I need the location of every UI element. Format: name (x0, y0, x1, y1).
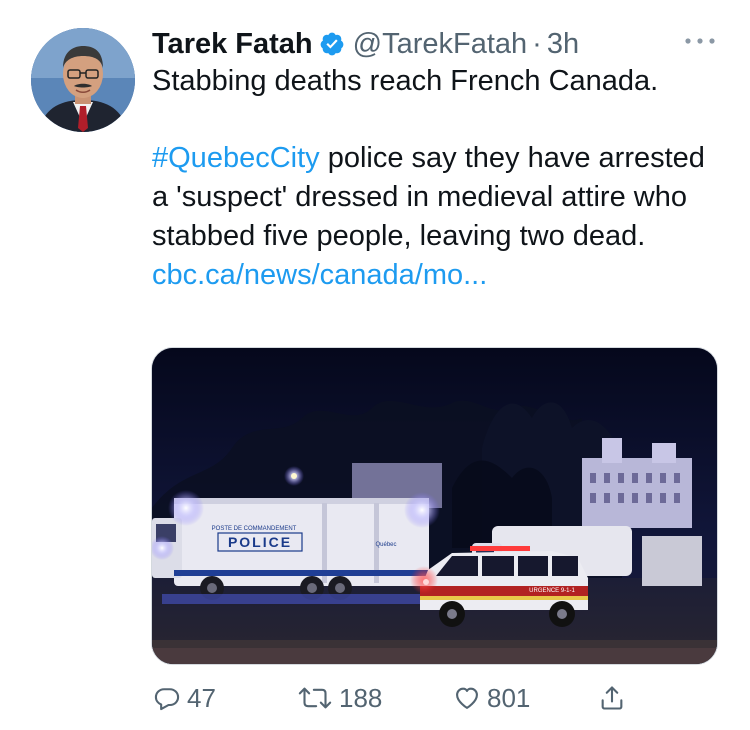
avatar[interactable] (31, 28, 135, 132)
tweet-line-1: Stabbing deaths reach French Canada. (152, 65, 659, 97)
retweet-icon (297, 684, 333, 712)
tweet-text: Stabbing deaths reach French Canada. #Qu… (152, 62, 722, 295)
separator-dot: · (532, 28, 542, 60)
reply-count: 47 (187, 682, 216, 713)
like-button[interactable]: 801 (453, 676, 530, 720)
author-name[interactable]: Tarek Fatah (152, 26, 313, 62)
tweet-media-image[interactable]: POSTE DE COMMANDEMENT POLICE Québec URGE… (151, 347, 718, 665)
tweet[interactable]: Tarek Fatah @TarekFatah · 3h Stabbing de… (0, 0, 750, 730)
hashtag-link[interactable]: #QuebecCity (152, 142, 320, 174)
reply-button[interactable]: 47 (153, 676, 216, 720)
verified-badge-icon (319, 31, 345, 57)
like-count: 801 (487, 682, 531, 713)
police-scene-photo: POSTE DE COMMANDEMENT POLICE Québec URGE… (152, 348, 717, 664)
vehicle-label-small: POSTE DE COMMANDEMENT (212, 526, 297, 532)
vehicle-brand: Québec (375, 542, 396, 548)
suv-label: URGENCE 9-1-1 (529, 588, 575, 594)
vehicle-label-big: POLICE (228, 534, 292, 550)
article-link[interactable]: cbc.ca/news/canada/mo... (152, 259, 487, 291)
share-button[interactable] (598, 676, 626, 720)
avatar-photo (31, 28, 135, 132)
tweet-timestamp[interactable]: 3h (547, 26, 579, 62)
heart-icon (453, 684, 481, 712)
reply-icon (153, 684, 181, 712)
tweet-actions: 47 188 801 (0, 676, 750, 720)
share-icon (598, 684, 626, 712)
retweet-count: 188 (339, 682, 383, 713)
retweet-button[interactable]: 188 (297, 676, 382, 720)
tweet-paragraph: #QuebecCity police say they have arreste… (152, 139, 722, 256)
more-options-icon[interactable] (682, 32, 718, 50)
tweet-header: Tarek Fatah @TarekFatah · 3h (152, 26, 579, 62)
author-handle[interactable]: @TarekFatah (353, 26, 528, 62)
